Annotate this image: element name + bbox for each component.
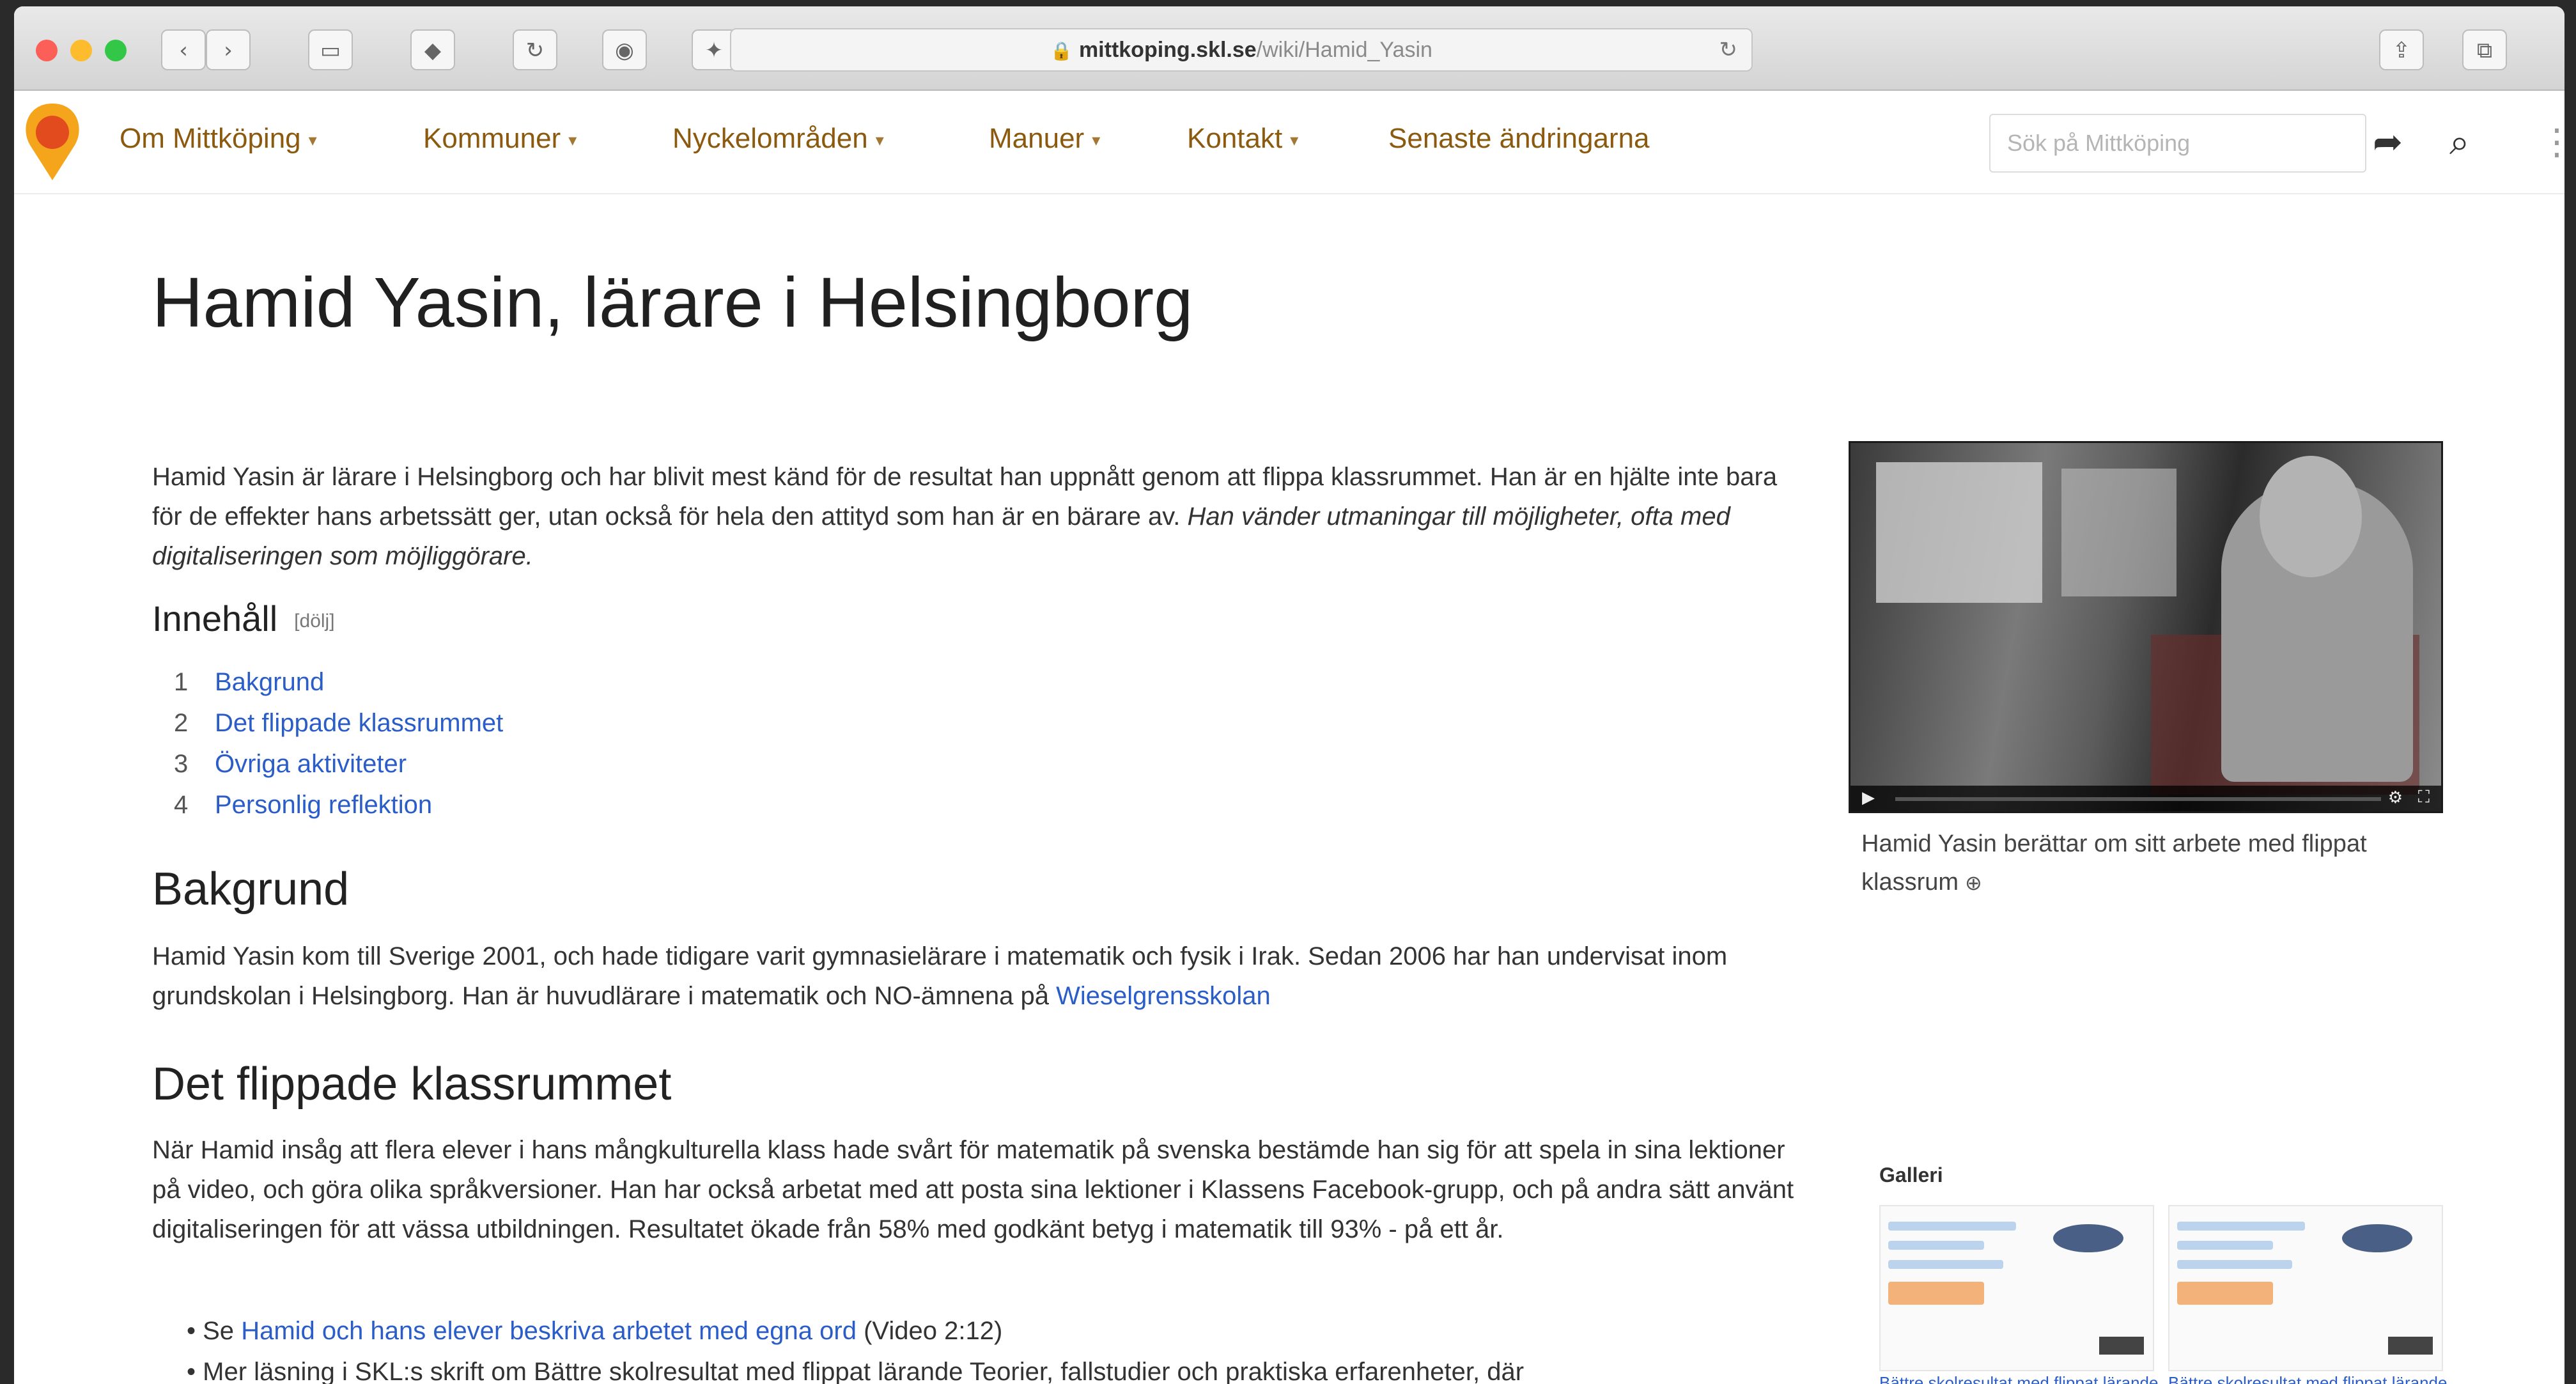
list-item: Se Hamid och hans elever beskriva arbete… (187, 1310, 1823, 1351)
video-progress-bar[interactable] (1895, 797, 2381, 801)
sidebar-icon[interactable]: ▭ (308, 29, 353, 70)
browser-toolbar: ‹ › ▭ ◆ ↻ ◉ ✦ ▣ ▸ 🔒mittkoping.skl.se/wik… (14, 6, 2564, 91)
extension-icon[interactable]: ◉ (602, 29, 647, 70)
section-heading-flipped: Det flippade klassrummet (152, 1059, 672, 1110)
page-title: Hamid Yasin, lärare i Helsingborg (152, 263, 1193, 342)
bakgrund-paragraph: Hamid Yasin kom till Sverige 2001, och h… (152, 942, 1728, 1010)
extension-icon[interactable]: ◆ (410, 29, 455, 70)
toc-heading: Innehåll [dölj] (152, 598, 335, 639)
settings-icon[interactable]: ⚙ (2388, 788, 2403, 807)
nav-senaste-andringarna[interactable]: Senaste ändringarna (1388, 123, 1650, 155)
thumb-logo (2342, 1224, 2412, 1252)
thumb-line (1888, 1260, 2003, 1269)
table-of-contents: 1 Bakgrund 2 Det flippade klassrummet 3 Övr… (174, 662, 503, 825)
thumb-line (2177, 1241, 2273, 1250)
mittkoping-logo[interactable] (14, 97, 91, 187)
nav-kommuner[interactable]: Kommuner ▾ (423, 123, 577, 155)
thumb-block (2388, 1337, 2433, 1355)
video-background (1876, 462, 2042, 603)
url-path: /wiki/Hamid_Yasin (1256, 38, 1432, 62)
share-icon[interactable]: ⇪ (2379, 29, 2424, 70)
back-icon[interactable]: ‹ (161, 29, 206, 70)
nav-nyckelomraden[interactable]: Nyckelområden ▾ (672, 123, 884, 155)
extension-icon[interactable]: ↻ (513, 29, 557, 70)
video-controls: ▶ ⚙ ⛶ (1851, 786, 2441, 811)
chevron-down-icon: ▾ (308, 130, 317, 150)
gallery-thumbnail[interactable] (1879, 1205, 2154, 1371)
thumb-logo (2053, 1224, 2123, 1252)
toc-toggle[interactable]: [dölj] (294, 610, 334, 632)
play-icon[interactable]: ▶ (1862, 788, 1875, 807)
close-window-button[interactable] (36, 40, 58, 61)
chevron-down-icon: ▾ (1092, 130, 1101, 150)
flipped-paragraph: När Hamid insåg att flera elever i hans … (152, 1136, 1794, 1243)
video-caption: Hamid Yasin berättar om sitt arbete med … (1861, 830, 2367, 896)
nav-om-mittkoping[interactable]: Om Mittköping ▾ (120, 123, 317, 155)
minimize-window-button[interactable] (70, 40, 92, 61)
nav-manuer[interactable]: Manuer ▾ (989, 123, 1100, 155)
thumb-line (2177, 1222, 2305, 1231)
video-person-head (2260, 456, 2362, 577)
reload-icon[interactable]: ↻ (1719, 29, 1738, 70)
nav-kontakt[interactable]: Kontakt ▾ (1187, 123, 1298, 155)
chevron-down-icon: ▾ (1290, 130, 1299, 150)
toc-item[interactable]: 2 Det flippade klassrummet (174, 703, 503, 743)
gallery-label: Galleri (1879, 1163, 1943, 1186)
thumb-block (1888, 1282, 1984, 1305)
gallery-caption[interactable]: Bättre skolresultat med flippat lärande (1879, 1373, 2158, 1384)
address-bar[interactable]: 🔒 mittkoping.skl.se/wiki/Hamid_Yasin ↻ (730, 28, 1753, 72)
video-background (2061, 469, 2176, 596)
browser-window: ‹ › ▭ ◆ ↻ ◉ ✦ ▣ ▸ 🔒mittkoping.skl.se/wik… (14, 6, 2564, 1384)
url-host: mittkoping.skl.se (1078, 38, 1257, 62)
fullscreen-icon[interactable]: ⛶ (2418, 788, 2430, 807)
thumb-line (1888, 1241, 1984, 1250)
chevron-down-icon: ▾ (875, 130, 884, 150)
thumb-line (1888, 1222, 2016, 1231)
lock-icon: 🔒 (1050, 41, 1073, 61)
gallery-thumbnail[interactable] (2168, 1205, 2443, 1371)
section-heading-bakgrund: Bakgrund (152, 864, 350, 915)
video-player[interactable]: ▶ ⚙ ⛶ (1849, 441, 2443, 813)
toc-item[interactable]: 3 Övriga aktiviteter (174, 743, 503, 784)
magnify-icon[interactable]: ⊕ (1965, 871, 1982, 895)
zoom-window-button[interactable] (105, 40, 127, 61)
more-icon[interactable]: ⋮ (2539, 121, 2564, 163)
tabs-icon[interactable]: ⧉ (2462, 29, 2507, 70)
share-arrow-icon[interactable]: ➦ (2373, 121, 2403, 163)
thumb-line (2177, 1260, 2292, 1269)
wieselgrensskolan-link[interactable]: Wieselgrensskolan (1056, 982, 1271, 1010)
intro-paragraph: Hamid Yasin är lärare i Helsingborg och … (152, 457, 1801, 576)
site-header: Om Mittköping ▾ Kommuner ▾ Nyckelområden ▾ … (14, 91, 2564, 194)
search-icon[interactable]: ⌕ (2449, 121, 2469, 164)
forward-icon[interactable]: › (206, 29, 251, 70)
thumb-block (2099, 1337, 2144, 1355)
toc-item[interactable]: 1 Bakgrund (174, 662, 503, 703)
thumb-block (2177, 1282, 2273, 1305)
list-item: Mer läsning i SKL:s skrift om Bättre sko… (187, 1351, 1823, 1384)
search-input[interactable]: Sök på Mittköping (1989, 114, 2366, 173)
chevron-down-icon: ▾ (568, 130, 577, 150)
video-link[interactable]: Hamid och hans elever beskriva arbetet m… (241, 1317, 857, 1345)
toc-item[interactable]: 4 Personlig reflektion (174, 784, 503, 825)
reference-list: Se Hamid och hans elever beskriva arbete… (187, 1310, 1823, 1384)
gallery-caption[interactable]: Bättre skolresultat med flippat lärande (2168, 1373, 2447, 1384)
